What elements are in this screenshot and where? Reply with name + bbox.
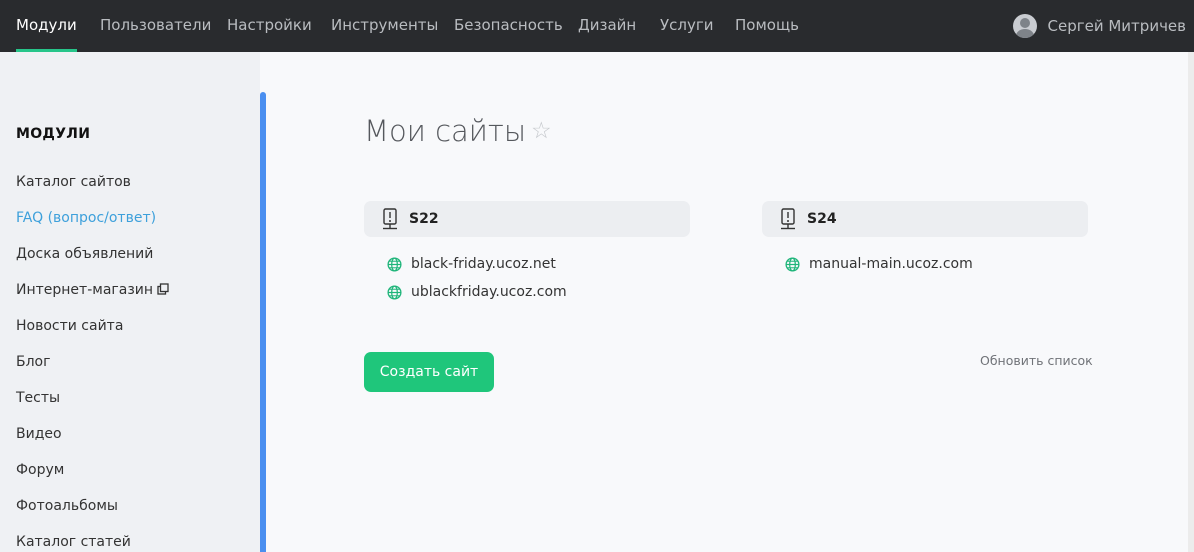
- sidebar-item-blog[interactable]: Блог: [16, 354, 50, 370]
- user-menu[interactable]: Сергей Митричев: [1012, 0, 1194, 52]
- nav-item-settings[interactable]: Настройки: [227, 0, 312, 52]
- site-domain: ublackfriday.ucoz.com: [411, 284, 567, 300]
- nav-item-design[interactable]: Дизайн: [578, 0, 636, 52]
- server-name: S24: [807, 211, 837, 227]
- top-navigation: Модули Пользователи Настройки Инструмент…: [0, 0, 1194, 52]
- nav-item-modules[interactable]: Модули: [16, 0, 77, 52]
- external-link-icon: [157, 283, 169, 295]
- sidebar-item-board[interactable]: Доска объявлений: [16, 246, 153, 262]
- sidebar-item-news[interactable]: Новости сайта: [16, 318, 123, 334]
- sidebar-item-site-catalog[interactable]: Каталог сайтов: [16, 174, 131, 190]
- sidebar-item-articles[interactable]: Каталог статей: [16, 534, 131, 550]
- site-domain: manual-main.ucoz.com: [809, 256, 973, 272]
- nav-item-services[interactable]: Услуги: [660, 0, 713, 52]
- sidebar-item-video[interactable]: Видео: [16, 426, 62, 442]
- site-link[interactable]: manual-main.ucoz.com: [785, 256, 973, 272]
- sidebar-title: МОДУЛИ: [16, 126, 91, 142]
- server-icon: [383, 208, 397, 230]
- sidebar-item-shop[interactable]: Интернет-магазин: [16, 282, 169, 298]
- sidebar-item-faq[interactable]: FAQ (вопрос/ответ): [16, 210, 156, 226]
- nav-item-help[interactable]: Помощь: [735, 0, 799, 52]
- sidebar-scrollbar[interactable]: [260, 92, 266, 552]
- create-site-button[interactable]: Создать сайт: [364, 352, 494, 392]
- sidebar-item-label: Интернет-магазин: [16, 282, 154, 298]
- avatar: [1012, 14, 1037, 38]
- site-link[interactable]: ublackfriday.ucoz.com: [387, 284, 567, 300]
- globe-icon: [387, 256, 402, 272]
- refresh-list-link[interactable]: Обновить список: [980, 353, 1093, 368]
- globe-icon: [387, 284, 402, 300]
- sidebar-item-forum[interactable]: Форум: [16, 462, 64, 478]
- page-scrollbar[interactable]: [1188, 52, 1194, 552]
- server-card-header: S22: [364, 201, 690, 237]
- globe-icon: [785, 256, 800, 272]
- page-title: Мои сайты: [364, 114, 527, 148]
- server-name: S22: [409, 211, 439, 227]
- star-icon[interactable]: ☆: [531, 118, 552, 144]
- site-link[interactable]: black-friday.ucoz.net: [387, 256, 556, 272]
- user-name: Сергей Митричев: [1047, 17, 1186, 35]
- sidebar-item-photos[interactable]: Фотоальбомы: [16, 498, 118, 514]
- server-icon: [781, 208, 795, 230]
- sidebar-item-tests[interactable]: Тесты: [16, 390, 60, 406]
- site-domain: black-friday.ucoz.net: [411, 256, 556, 272]
- nav-item-tools[interactable]: Инструменты: [331, 0, 438, 52]
- nav-item-users[interactable]: Пользователи: [100, 0, 211, 52]
- server-card-header: S24: [762, 201, 1088, 237]
- nav-item-security[interactable]: Безопасность: [454, 0, 563, 52]
